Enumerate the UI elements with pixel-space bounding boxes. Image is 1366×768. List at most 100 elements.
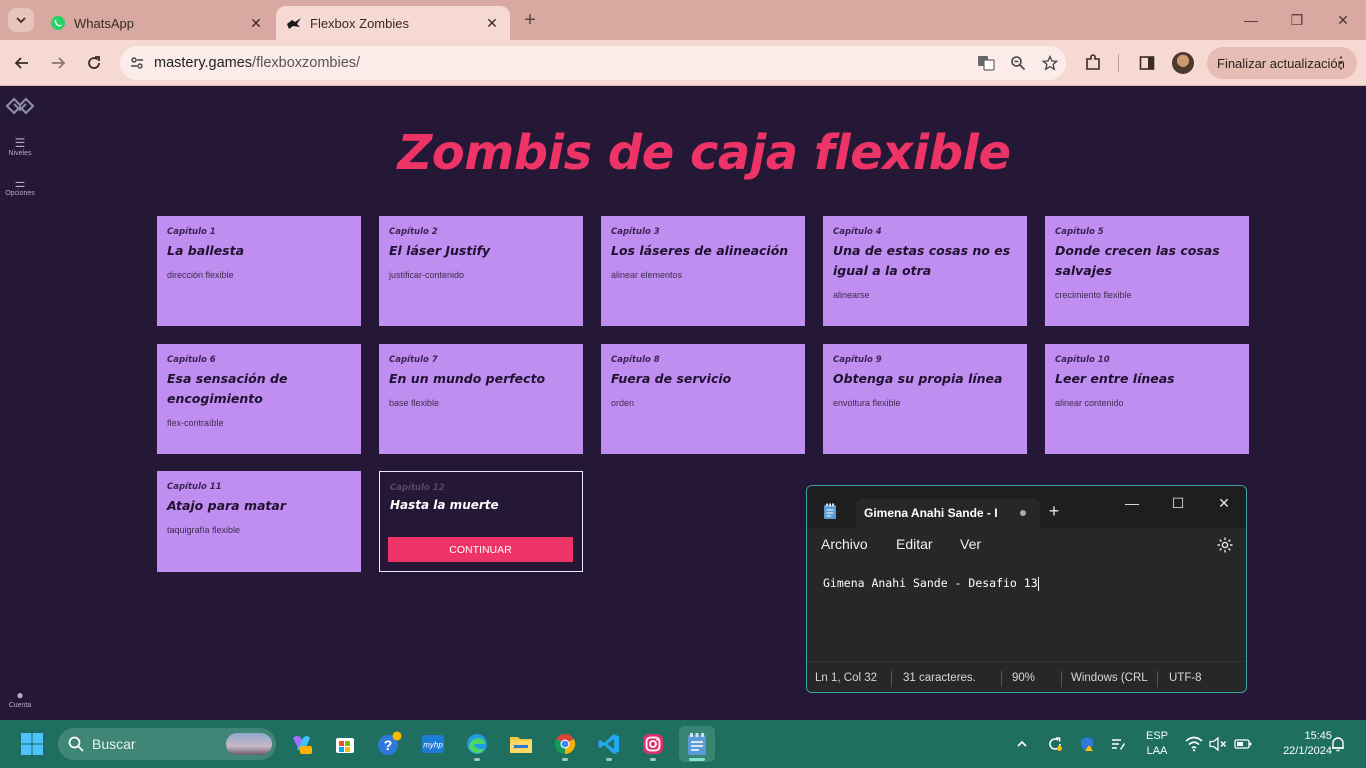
sidebar-item-account[interactable]: ● Cuenta — [0, 689, 40, 709]
clock[interactable]: 15:45 22/1/2024 — [1262, 729, 1332, 759]
chapter-name: En un mundo perfecto — [389, 371, 546, 386]
notifications-pen-icon[interactable] — [1108, 734, 1128, 754]
taskbar-app-notepad[interactable] — [679, 726, 715, 762]
new-tab-button[interactable]: + — [518, 8, 542, 32]
chapter-card-8[interactable]: Capítulo 8 Fuera de servicio orden — [601, 344, 805, 454]
chapter-card-10[interactable]: Capítulo 10 Leer entre líneas alinear co… — [1045, 344, 1249, 454]
taskbar-search-box[interactable]: Buscar — [58, 728, 276, 760]
chapter-card-9[interactable]: Capítulo 9 Obtenga su propia línea envol… — [823, 344, 1027, 454]
taskbar-app-vscode[interactable] — [591, 726, 627, 762]
menu-ver[interactable]: Ver — [960, 536, 981, 552]
security-shield-icon[interactable] — [1077, 734, 1097, 754]
close-window-icon[interactable]: ✕ — [1320, 0, 1366, 40]
volume-muted-icon[interactable] — [1208, 734, 1228, 754]
windows-start-icon[interactable] — [20, 732, 44, 756]
chapter-card-5[interactable]: Capítulo 5 Donde crecen las cosas salvaj… — [1045, 216, 1249, 326]
taskbar-app-edge[interactable] — [459, 726, 495, 762]
sidebar-item-label: Opciones — [5, 190, 35, 197]
taskbar-app-store[interactable] — [327, 726, 363, 762]
battery-icon[interactable] — [1233, 734, 1253, 754]
taskbar-app-chrome[interactable] — [547, 726, 583, 762]
chapter-card-3[interactable]: Capítulo 3 Los láseres de alineación ali… — [601, 216, 805, 326]
continue-button[interactable]: CONTINUAR — [388, 537, 573, 562]
chapter-card-12[interactable]: Capítulo 12 Hasta la muerte CONTINUAR — [379, 471, 583, 572]
notepad-minimize-icon[interactable]: — — [1109, 490, 1155, 516]
clock-time: 15:45 — [1304, 730, 1332, 742]
chapter-name: La ballesta — [167, 243, 245, 258]
show-hidden-icons-chevron-icon[interactable] — [1012, 734, 1032, 754]
chapter-name: Fuera de servicio — [611, 371, 732, 386]
game-sidebar: ☰ Niveles ⚌ Opciones ● Cuenta — [0, 87, 40, 720]
bookmark-star-icon[interactable] — [1034, 47, 1066, 79]
sidebar-item-label: Cuenta — [8, 702, 32, 709]
chapter-card-7[interactable]: Capítulo 7 En un mundo perfecto base fle… — [379, 344, 583, 454]
taskbar-app-instagram[interactable] — [635, 726, 671, 762]
address-bar[interactable]: mastery.games/flexboxzombies/ — [120, 46, 1066, 80]
gear-icon[interactable] — [1216, 536, 1234, 554]
notepad-new-tab-button[interactable]: + — [1044, 501, 1064, 521]
chapter-name: Esa sensación de encogimiento — [167, 371, 288, 406]
chapter-card-2[interactable]: Capítulo 2 El láser Justify justificar-c… — [379, 216, 583, 326]
notepad-maximize-icon[interactable]: ☐ — [1155, 490, 1201, 516]
tab-title: WhatsApp — [74, 15, 134, 31]
notepad-titlebar[interactable]: Gimena Anahi Sande - I + — ☐ ✕ — [807, 486, 1246, 528]
chapter-number: Capítulo 9 — [833, 355, 882, 365]
reload-button[interactable] — [81, 50, 107, 76]
search-highlight-image — [226, 733, 272, 755]
edge-icon — [467, 734, 487, 754]
status-encoding[interactable]: UTF-8 — [1169, 672, 1202, 684]
chapter-name: El láser Justify — [389, 243, 491, 258]
wifi-icon[interactable] — [1184, 734, 1204, 754]
taskbar-app-myhp[interactable]: myhp — [415, 726, 451, 762]
notepad-text-area[interactable]: Gimena Anahi Sande - Desafio 13 — [807, 560, 1246, 661]
chapter-card-11[interactable]: Capítulo 11 Atajo para matar taquigrafía… — [157, 471, 361, 572]
chapter-number: Capítulo 11 — [167, 482, 222, 492]
chapter-name: Los láseres de alineación — [611, 243, 789, 258]
profile-avatar[interactable] — [1172, 52, 1194, 74]
menu-editar[interactable]: Editar — [896, 536, 933, 552]
notification-bell-icon[interactable] — [1328, 734, 1348, 754]
sync-icon[interactable] — [1045, 734, 1065, 754]
site-info-icon[interactable] — [120, 55, 154, 71]
running-indicator — [562, 758, 568, 761]
close-icon[interactable]: ✕ — [484, 15, 500, 31]
menu-archivo[interactable]: Archivo — [821, 536, 868, 552]
taskbar-app-help[interactable]: ? — [371, 726, 407, 762]
mastery-games-logo[interactable] — [5, 95, 35, 117]
close-icon[interactable]: ✕ — [248, 15, 264, 31]
flexbox-zombies-icon — [286, 15, 302, 31]
status-line-endings[interactable]: Windows (CRL — [1071, 672, 1148, 684]
status-zoom[interactable]: 90% — [1012, 672, 1035, 684]
notepad-tab[interactable]: Gimena Anahi Sande - I — [856, 498, 1040, 528]
minimize-icon[interactable]: — — [1228, 0, 1274, 40]
forward-button[interactable] — [45, 50, 71, 76]
url-path: /flexboxzombies/ — [252, 55, 361, 71]
finish-update-button[interactable]: Finalizar actualización ⋮ — [1207, 47, 1357, 79]
chevron-down-icon — [16, 17, 26, 24]
chapter-card-1[interactable]: Capítulo 1 La ballesta dirección flexibl… — [157, 216, 361, 326]
language-indicator[interactable]: ESP LAA — [1144, 729, 1170, 759]
tab-flexbox-zombies[interactable]: Flexbox Zombies ✕ — [276, 6, 510, 40]
whatsapp-icon — [50, 15, 66, 31]
zoom-icon[interactable] — [1002, 47, 1034, 79]
tab-whatsapp[interactable]: WhatsApp ✕ — [40, 6, 274, 40]
side-panel-icon[interactable] — [1134, 50, 1160, 76]
chapter-number: Capítulo 6 — [167, 355, 216, 365]
taskbar-app-copilot[interactable] — [283, 726, 319, 762]
running-indicator — [650, 758, 656, 761]
browser-tab-strip: WhatsApp ✕ Flexbox Zombies ✕ + — ❐ ✕ — [0, 0, 1366, 40]
extensions-icon[interactable] — [1080, 50, 1106, 76]
chapter-name: Donde crecen las cosas salvajes — [1055, 243, 1220, 278]
browser-toolbar: mastery.games/flexboxzombies/ Finalizar … — [0, 40, 1366, 86]
chapter-card-4[interactable]: Capítulo 4 Una de estas cosas no es igua… — [823, 216, 1027, 326]
restore-icon[interactable]: ❐ — [1274, 0, 1320, 40]
tab-search-button[interactable] — [8, 8, 34, 32]
translate-icon[interactable] — [970, 47, 1002, 79]
notepad-close-icon[interactable]: ✕ — [1201, 490, 1246, 516]
more-menu-icon[interactable]: ⋮ — [1333, 53, 1349, 73]
chapter-name: Obtenga su propia línea — [833, 371, 1003, 386]
taskbar-app-file-explorer[interactable] — [503, 726, 539, 762]
back-button[interactable] — [9, 50, 35, 76]
chapter-number: Capítulo 1 — [167, 227, 216, 237]
chapter-card-6[interactable]: Capítulo 6 Esa sensación de encogimiento… — [157, 344, 361, 454]
